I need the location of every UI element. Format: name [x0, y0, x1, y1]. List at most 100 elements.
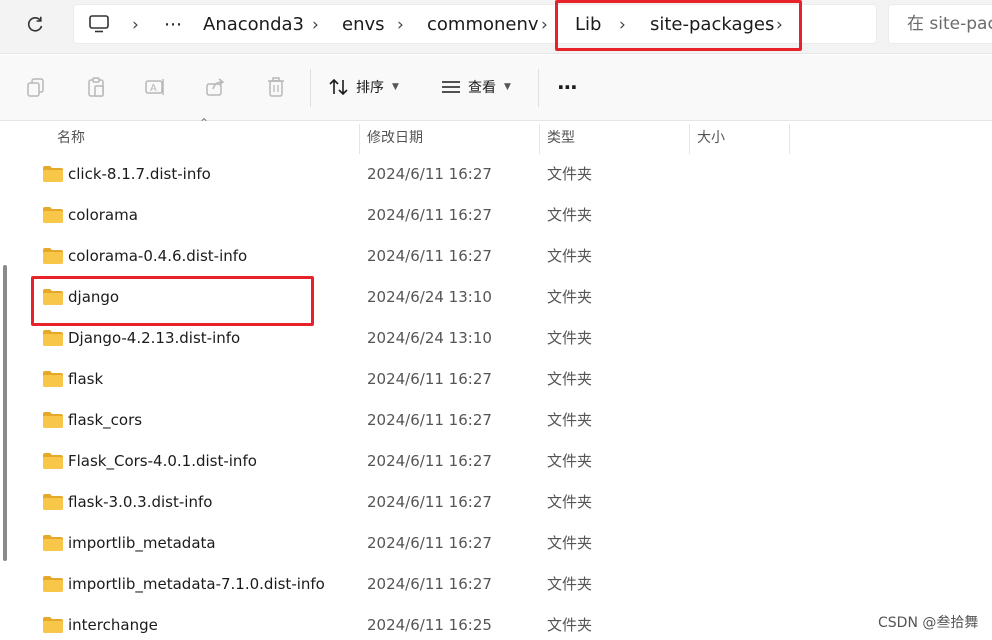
- breadcrumb-envs[interactable]: envs: [342, 9, 385, 41]
- folder-icon: [43, 535, 63, 551]
- file-name: flask: [68, 370, 104, 388]
- file-row[interactable]: importlib_metadata 2024/6/11 16:27 文件夹: [17, 523, 992, 564]
- file-name: flask-3.0.3.dist-info: [68, 493, 213, 511]
- django-highlight-box: [31, 276, 314, 326]
- file-type: 文件夹: [547, 575, 593, 593]
- file-row[interactable]: click-8.1.7.dist-info 2024/6/11 16:27 文件…: [17, 154, 992, 195]
- column-divider[interactable]: [689, 124, 690, 154]
- file-modified: 2024/6/11 16:27: [367, 411, 492, 429]
- file-type: 文件夹: [547, 165, 593, 183]
- breadcrumb-commonenv[interactable]: commonenv: [427, 9, 539, 41]
- file-row[interactable]: flask_cors 2024/6/11 16:27 文件夹: [17, 400, 992, 441]
- file-row[interactable]: colorama 2024/6/11 16:27 文件夹: [17, 195, 992, 236]
- file-type: 文件夹: [547, 370, 593, 388]
- sort-icon: [329, 78, 348, 96]
- file-type: 文件夹: [547, 534, 593, 552]
- sort-label: 排序: [356, 80, 384, 96]
- column-header-row: ⌃ 名称 修改日期 类型 大小: [17, 116, 992, 154]
- folder-icon: [43, 248, 63, 264]
- file-modified: 2024/6/11 16:27: [367, 206, 492, 224]
- folder-icon: [43, 576, 63, 592]
- column-header-modified[interactable]: 修改日期: [367, 122, 423, 154]
- folder-icon: [43, 207, 63, 223]
- file-name: click-8.1.7.dist-info: [68, 165, 211, 183]
- refresh-button[interactable]: [14, 6, 56, 42]
- search-box[interactable]: [888, 4, 992, 44]
- file-name: colorama: [68, 206, 138, 224]
- folder-icon: [43, 166, 63, 182]
- file-type: 文件夹: [547, 411, 593, 429]
- column-header-name[interactable]: 名称: [57, 122, 85, 154]
- breadcrumb-separator-icon[interactable]: ›: [541, 9, 548, 41]
- column-header-type[interactable]: 类型: [547, 122, 575, 154]
- share-icon[interactable]: [202, 74, 228, 100]
- file-modified: 2024/6/11 16:27: [367, 247, 492, 265]
- file-type: 文件夹: [547, 452, 593, 470]
- watermark: CSDN @叁拾舞: [878, 615, 979, 631]
- delete-icon[interactable]: [263, 74, 289, 100]
- folder-icon: [43, 494, 63, 510]
- file-name: Flask_Cors-4.0.1.dist-info: [68, 452, 257, 470]
- column-divider[interactable]: [539, 124, 540, 154]
- file-type: 文件夹: [547, 329, 593, 347]
- rename-icon[interactable]: A: [142, 74, 168, 100]
- file-type: 文件夹: [547, 247, 593, 265]
- file-name: colorama-0.4.6.dist-info: [68, 247, 248, 265]
- file-type: 文件夹: [547, 206, 593, 224]
- chevron-down-icon: ▼: [392, 82, 399, 92]
- breadcrumb-separator-icon[interactable]: ›: [132, 9, 139, 41]
- column-divider[interactable]: [789, 124, 790, 154]
- breadcrumb-anaconda3[interactable]: Anaconda3: [203, 9, 304, 41]
- breadcrumb-separator-icon[interactable]: ›: [397, 9, 404, 41]
- file-modified: 2024/6/11 16:27: [367, 165, 492, 183]
- folder-icon: [43, 617, 63, 633]
- file-modified: 2024/6/11 16:27: [367, 575, 492, 593]
- toolbar-divider: [538, 69, 539, 107]
- svg-text:A: A: [150, 83, 157, 94]
- breadcrumb-highlight-box: [555, 0, 802, 51]
- sort-button[interactable]: 排序 ▼: [328, 73, 399, 101]
- file-modified: 2024/6/11 16:27: [367, 370, 492, 388]
- file-name: interchange: [68, 616, 158, 634]
- address-bar-area: › ⋯ Anaconda3 › envs › commonenv › Lib ›…: [0, 0, 992, 54]
- toolbar-divider: [310, 69, 311, 107]
- file-name: importlib_metadata: [68, 534, 216, 552]
- file-type: 文件夹: [547, 616, 593, 634]
- command-bar: A 排序 ▼ 查看 ▼ ⋯: [0, 55, 992, 121]
- column-header-size[interactable]: 大小: [697, 122, 725, 154]
- file-modified: 2024/6/11 16:25: [367, 616, 492, 634]
- search-input[interactable]: [889, 5, 992, 43]
- chevron-down-icon: ▼: [504, 82, 511, 92]
- breadcrumb-overflow-button[interactable]: ⋯: [164, 9, 183, 41]
- file-row[interactable]: importlib_metadata-7.1.0.dist-info 2024/…: [17, 564, 992, 605]
- file-row[interactable]: flask 2024/6/11 16:27 文件夹: [17, 359, 992, 400]
- this-pc-icon[interactable]: [88, 14, 110, 38]
- file-row[interactable]: interchange 2024/6/11 16:25 文件夹: [17, 605, 992, 640]
- view-list-icon: [442, 81, 460, 93]
- sort-ascending-icon: ⌃: [199, 116, 210, 130]
- view-label: 查看: [468, 80, 496, 96]
- folder-icon: [43, 330, 63, 346]
- file-modified: 2024/6/11 16:27: [367, 493, 492, 511]
- file-modified: 2024/6/11 16:27: [367, 452, 492, 470]
- file-type: 文件夹: [547, 493, 593, 511]
- file-type: 文件夹: [547, 288, 593, 306]
- file-modified: 2024/6/24 13:10: [367, 288, 492, 306]
- copy-icon[interactable]: [23, 74, 49, 100]
- refresh-icon: [27, 16, 43, 32]
- file-row[interactable]: Flask_Cors-4.0.1.dist-info 2024/6/11 16:…: [17, 441, 992, 482]
- view-button[interactable]: 查看 ▼: [440, 73, 511, 101]
- file-name: flask_cors: [68, 411, 143, 429]
- file-modified: 2024/6/11 16:27: [367, 534, 492, 552]
- paste-icon[interactable]: [83, 74, 109, 100]
- file-row[interactable]: flask-3.0.3.dist-info 2024/6/11 16:27 文件…: [17, 482, 992, 523]
- file-modified: 2024/6/24 13:10: [367, 329, 492, 347]
- breadcrumb-separator-icon[interactable]: ›: [312, 9, 319, 41]
- file-row[interactable]: colorama-0.4.6.dist-info 2024/6/11 16:27…: [17, 236, 992, 277]
- folder-icon: [43, 412, 63, 428]
- more-options-button[interactable]: ⋯: [552, 73, 584, 101]
- vertical-scrollbar[interactable]: [3, 265, 7, 561]
- folder-icon: [43, 371, 63, 387]
- folder-icon: [43, 453, 63, 469]
- column-divider[interactable]: [359, 124, 360, 154]
